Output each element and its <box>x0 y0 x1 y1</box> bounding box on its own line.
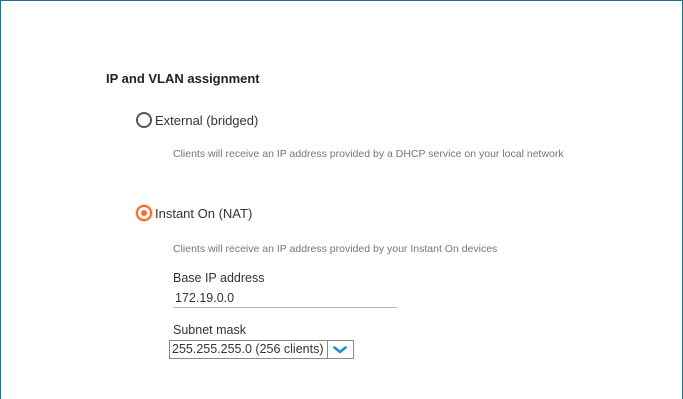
section-title: IP and VLAN assignment <box>106 71 260 86</box>
radio-dot <box>141 210 147 216</box>
dropdown-button[interactable] <box>326 341 353 358</box>
subnet-mask-value: 255.255.255.0 (256 clients) <box>172 342 324 356</box>
base-ip-input[interactable] <box>173 288 397 308</box>
chevron-down-icon <box>333 345 347 353</box>
base-ip-label: Base IP address <box>173 271 265 285</box>
nat-description: Clients will receive an IP address provi… <box>173 243 498 255</box>
radio-label-external: External (bridged) <box>155 112 259 128</box>
radio-instant-on-nat[interactable]: Instant On (NAT) <box>136 205 252 221</box>
settings-panel: IP and VLAN assignment External (bridged… <box>0 0 683 399</box>
subnet-mask-label: Subnet mask <box>173 323 246 337</box>
radio-button-unchecked[interactable] <box>136 112 152 128</box>
radio-button-checked[interactable] <box>136 205 152 221</box>
subnet-mask-select[interactable]: 255.255.255.0 (256 clients) <box>169 340 354 359</box>
external-description: Clients will receive an IP address provi… <box>173 148 564 160</box>
radio-external-bridged[interactable]: External (bridged) <box>136 112 258 128</box>
radio-label-nat: Instant On (NAT) <box>155 205 253 221</box>
